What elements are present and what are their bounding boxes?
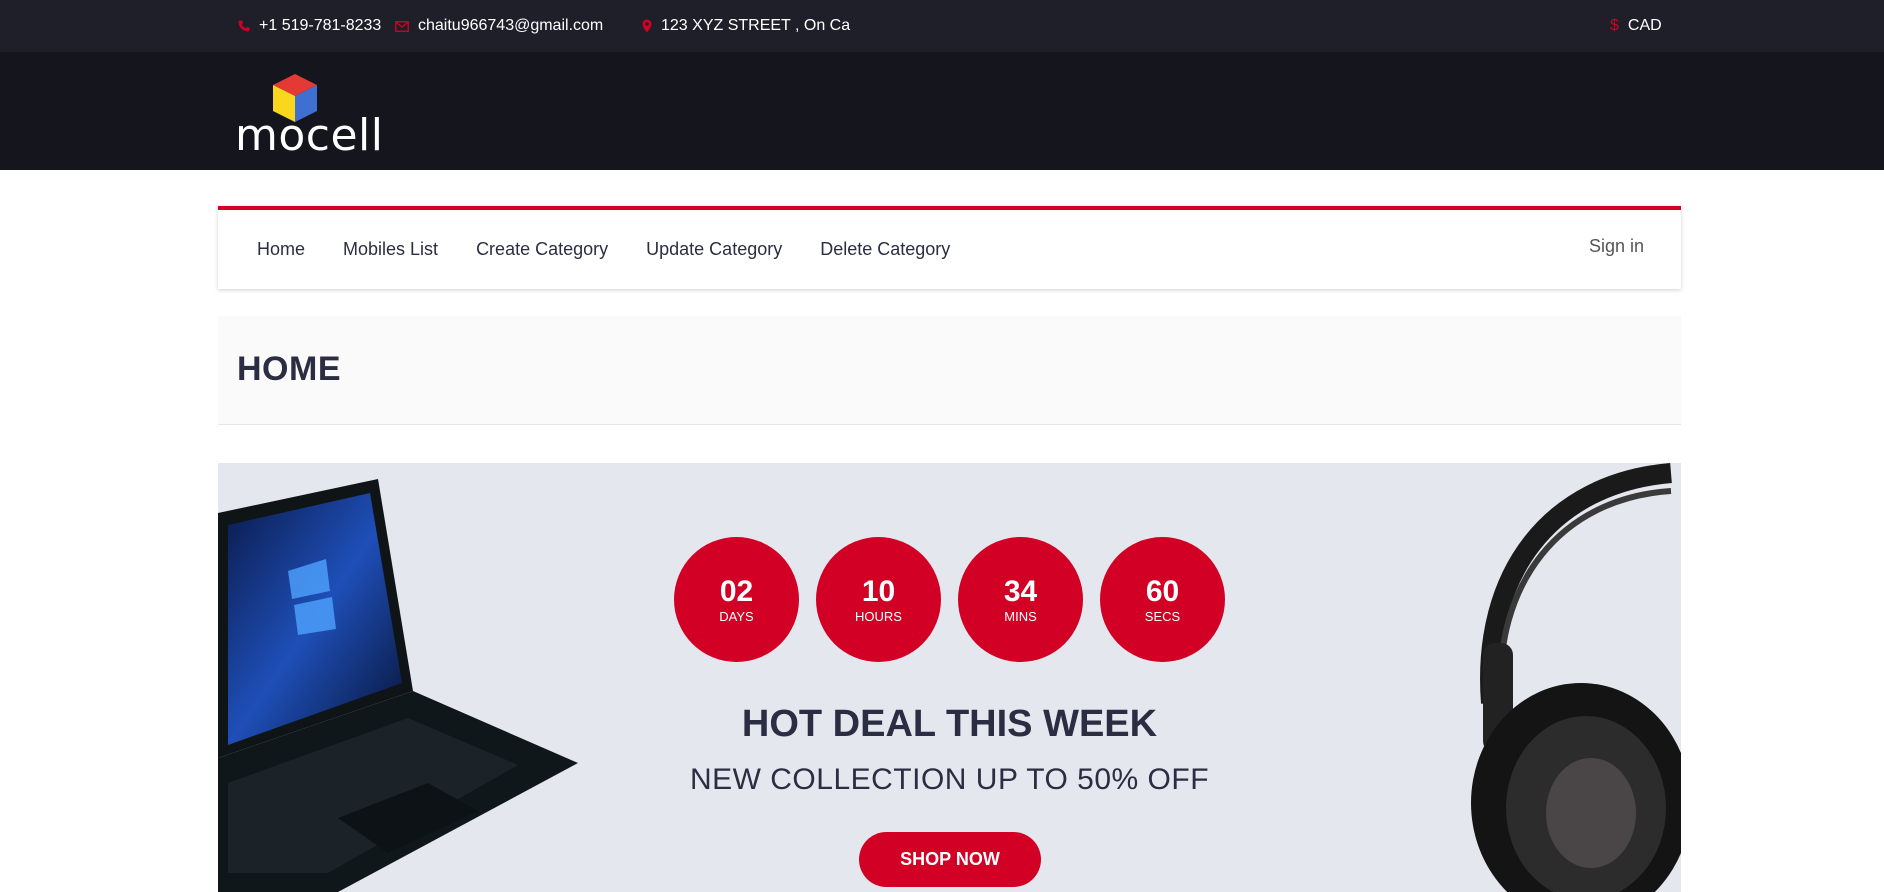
sign-in-link[interactable]: Sign in <box>1589 236 1644 257</box>
countdown-mins: 34 MINS <box>958 537 1083 662</box>
hot-deal-banner: 02 DAYS 10 HOURS 34 MINS 60 SECS HOT DEA… <box>218 463 1681 892</box>
phone-text: +1 519-781-8233 <box>259 17 382 34</box>
countdown-timer: 02 DAYS 10 HOURS 34 MINS 60 SECS <box>674 537 1242 662</box>
countdown-label: HOURS <box>855 608 902 624</box>
breadcrumb: HOME <box>218 316 1681 425</box>
top-bar: +1 519-781-8233 chaitu966743@gmail.com 1… <box>0 0 1884 52</box>
countdown-label: MINS <box>1004 608 1037 624</box>
email-text: chaitu966743@gmail.com <box>418 17 604 34</box>
address-link[interactable]: 123 XYZ STREET , On Ca <box>642 0 850 52</box>
map-marker-icon <box>642 19 652 33</box>
deal-title: HOT DEAL THIS WEEK <box>741 703 1158 745</box>
countdown-value: 02 <box>719 574 754 608</box>
dollar-icon: $ <box>1610 17 1619 34</box>
deal-subtitle: NEW COLLECTION UP TO 50% OFF <box>689 763 1210 796</box>
nav-item-create-category[interactable]: Create Category <box>476 239 608 260</box>
currency-text: CAD <box>1627 17 1662 34</box>
countdown-value: 10 <box>861 574 896 608</box>
countdown-hours: 10 HOURS <box>816 537 941 662</box>
countdown-days: 02 DAYS <box>674 537 799 662</box>
envelope-icon <box>395 20 409 32</box>
nav-item-delete-category[interactable]: Delete Category <box>820 239 950 260</box>
countdown-value: 60 <box>1145 574 1180 608</box>
phone-link[interactable]: +1 519-781-8233 <box>238 0 381 52</box>
nav-item-home[interactable]: Home <box>257 239 305 260</box>
countdown-label: SECS <box>1144 608 1181 624</box>
countdown-label: DAYS <box>719 608 754 624</box>
email-link[interactable]: chaitu966743@gmail.com <box>395 0 603 52</box>
nav-item-mobiles-list[interactable]: Mobiles List <box>343 239 438 260</box>
address-text: 123 XYZ STREET , On Ca <box>661 17 851 34</box>
shop-now-button[interactable]: SHOP NOW <box>859 832 1041 887</box>
currency-selector[interactable]: $ CAD <box>1610 0 1662 52</box>
logo-text: mocell <box>235 110 384 161</box>
logo[interactable]: mocell <box>235 72 383 164</box>
page-title: HOME <box>237 350 341 388</box>
laptop-image <box>218 479 578 892</box>
countdown-value: 34 <box>1003 574 1038 608</box>
nav-item-update-category[interactable]: Update Category <box>646 239 782 260</box>
main-nav: Home Mobiles List Create Category Update… <box>218 206 1681 289</box>
headphones-image <box>1471 463 1681 892</box>
nav-list: Home Mobiles List Create Category Update… <box>257 210 988 289</box>
phone-icon <box>238 20 250 32</box>
countdown-secs: 60 SECS <box>1100 537 1225 662</box>
header: mocell <box>0 52 1884 170</box>
